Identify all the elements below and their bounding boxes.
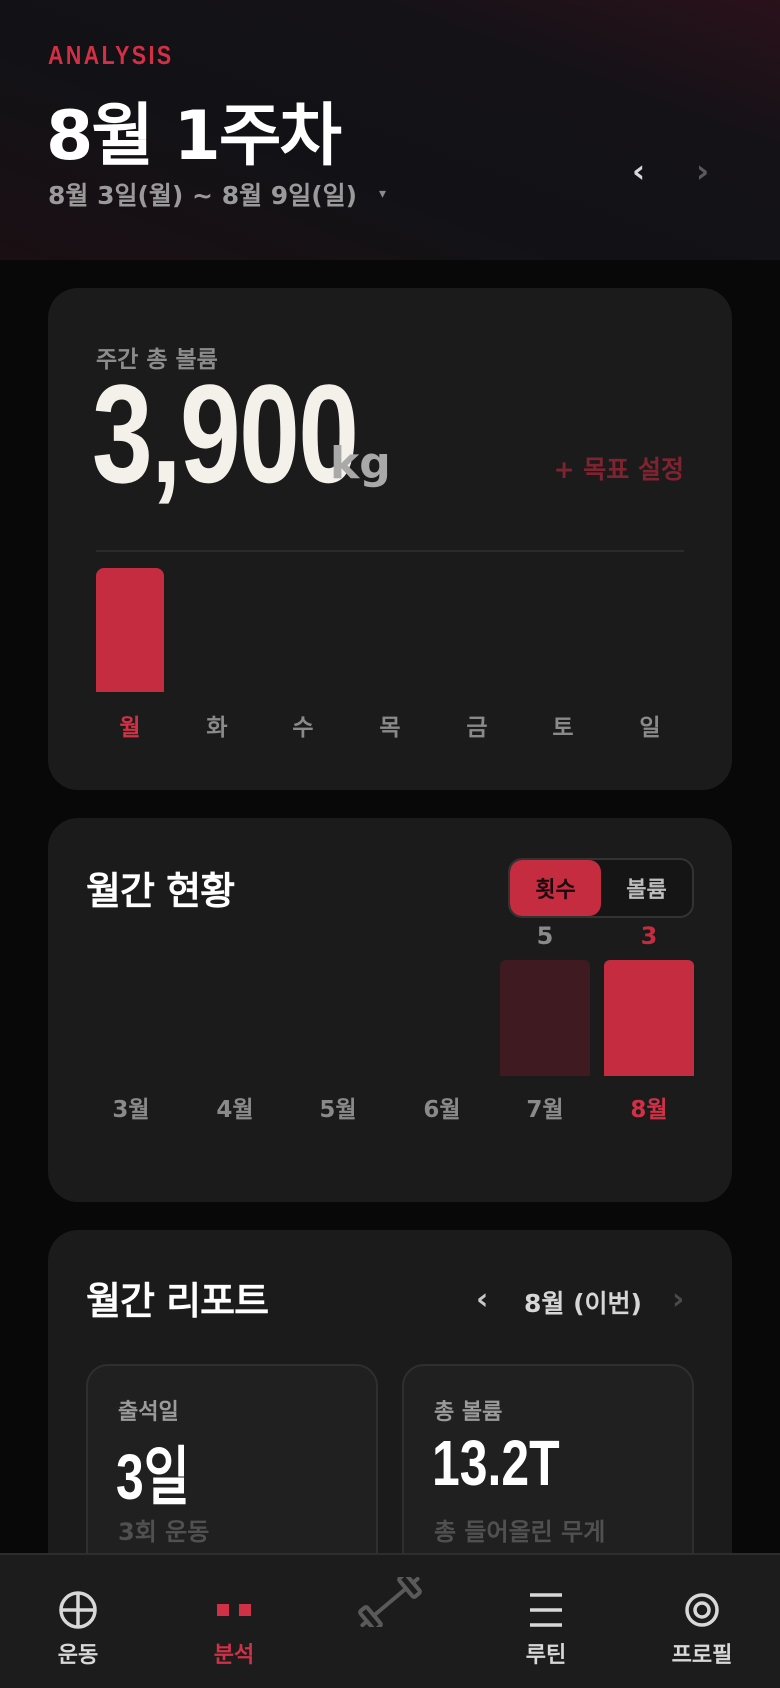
report-month-label: 8월 (이번): [524, 1289, 642, 1318]
analysis-icon: [217, 1604, 251, 1616]
monthly-value-label: 3: [640, 922, 658, 950]
weekly-day-label: 일: [639, 715, 661, 741]
monthly-bar: [500, 960, 590, 1076]
weekly-volume-unit: kg: [330, 438, 391, 489]
week-range-text: 8월 3일(월) ~ 8월 9일(일): [48, 181, 358, 210]
monthly-status-title: 월간 현황: [86, 869, 235, 913]
target-icon: [59, 1591, 97, 1629]
weekly-day-label: 토: [552, 715, 574, 741]
monthly-bar: [604, 960, 694, 1076]
stat-label: 총 볼륨: [434, 1400, 503, 1425]
weekly-bar-chart: [96, 568, 684, 692]
divider: [96, 550, 684, 552]
section-eyebrow: ANALYSIS: [48, 40, 174, 70]
monthly-value-label: 5: [536, 922, 554, 950]
monthly-status-card: 월간 현황 횟수 볼륨 3월 4월 5월 6월 5 7월 3 8월: [48, 818, 732, 1202]
tab-profile[interactable]: 프로필: [642, 1585, 762, 1675]
week-title: 8월 1주차: [46, 97, 342, 176]
tab-label: 루틴: [525, 1643, 567, 1668]
next-month-button[interactable]: ›: [672, 1282, 684, 1317]
dumbbell-icon: [358, 1577, 422, 1627]
weekly-bar: [96, 568, 164, 692]
weekly-day-label: 목: [379, 715, 401, 741]
caret-down-icon: ▾: [379, 186, 387, 202]
menu-icon: [530, 1593, 562, 1627]
stat-subtext: 3회 운동: [118, 1518, 210, 1546]
week-range-selector[interactable]: 8월 3일(월) ~ 8월 9일(일) ▾: [48, 176, 386, 212]
toggle-volume[interactable]: 볼륨: [601, 860, 692, 916]
weekly-day-label: 금: [466, 715, 488, 741]
toggle-count[interactable]: 횟수: [510, 860, 601, 916]
prev-month-button[interactable]: ‹: [476, 1282, 488, 1317]
weekly-volume-value: 3,900: [92, 355, 359, 512]
tab-routine[interactable]: 루틴: [486, 1585, 606, 1675]
profile-icon: [685, 1593, 719, 1627]
tab-analysis[interactable]: 분석: [174, 1585, 294, 1675]
stat-subtext: 총 들어올린 무게: [434, 1518, 606, 1546]
monthly-report-title: 월간 리포트: [86, 1279, 269, 1323]
weekly-day-labels: 월화수목금토일: [96, 708, 684, 748]
weekly-day-label: 월: [119, 715, 141, 741]
stat-value: 13.2T: [432, 1427, 560, 1499]
set-goal-button[interactable]: + 목표 설정: [554, 450, 684, 486]
monthly-month-label: 6월: [423, 1097, 461, 1123]
monthly-month-label: 7월: [526, 1097, 564, 1123]
monthly-bar-chart: 3월 4월 5월 6월 5 7월 3 8월: [86, 922, 694, 1138]
monthly-month-label: 5월: [319, 1097, 357, 1123]
weekly-volume-card: 주간 총 볼륨 3,900 kg + 목표 설정 월화수목금토일: [48, 288, 732, 790]
monthly-month-label: 3월: [112, 1097, 150, 1123]
stat-value: 3일: [116, 1441, 190, 1513]
tab-label: 운동: [57, 1643, 99, 1668]
bottom-tab-bar: 운동 분석 루틴 프로필: [0, 1553, 780, 1688]
metric-toggle[interactable]: 횟수 볼륨: [508, 858, 694, 918]
tab-center[interactable]: [330, 1577, 450, 1675]
next-week-button[interactable]: ›: [696, 152, 709, 190]
stat-label: 출석일: [118, 1400, 179, 1425]
tab-label: 분석: [213, 1643, 255, 1668]
weekly-day-label: 수: [292, 715, 314, 741]
prev-week-button[interactable]: ‹: [632, 152, 645, 190]
header: ANALYSIS 8월 1주차 8월 3일(월) ~ 8월 9일(일) ▾ ‹ …: [0, 0, 780, 260]
tab-label: 프로필: [671, 1643, 733, 1668]
monthly-month-label: 4월: [216, 1097, 254, 1123]
weekly-day-label: 화: [206, 715, 228, 741]
tab-workout[interactable]: 운동: [18, 1585, 138, 1675]
monthly-month-label: 8월: [630, 1097, 668, 1123]
